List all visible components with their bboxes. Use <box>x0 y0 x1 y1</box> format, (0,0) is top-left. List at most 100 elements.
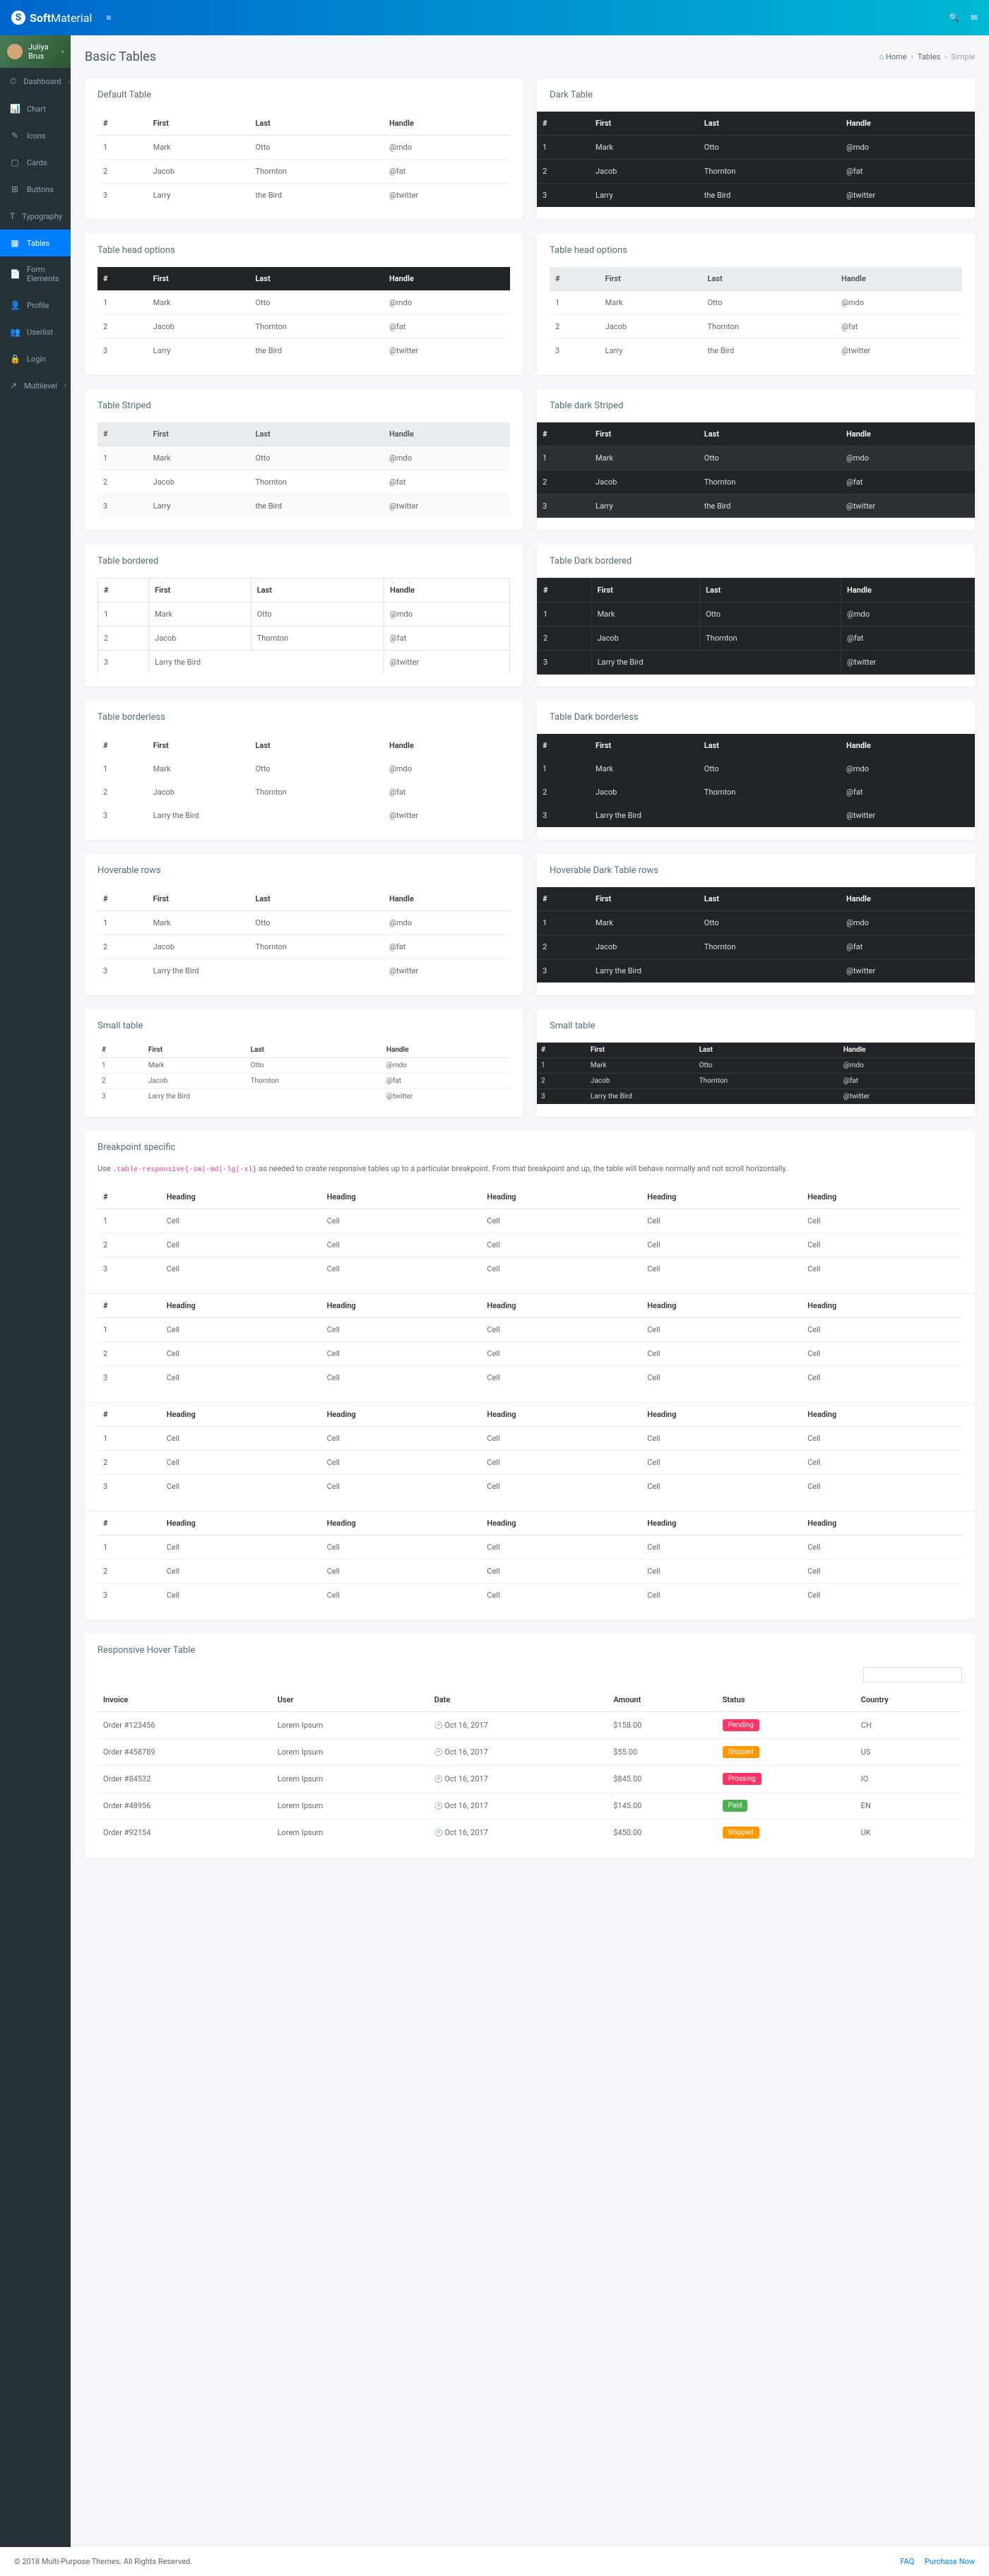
table-row: 3Larry the Bird@twitter <box>97 959 510 983</box>
table-row: 3CellCellCellCellCell <box>97 1366 962 1390</box>
table-row: 2CellCellCellCellCell <box>97 1233 962 1257</box>
table-row: 1MarkOtto@mdo <box>97 911 510 935</box>
table-row[interactable]: Order #123456Lorem Ipsum🕐Oct 16, 2017$15… <box>97 1712 962 1739</box>
mail-icon[interactable]: ✉ <box>971 13 978 23</box>
table-row: 1CellCellCellCellCell <box>97 1209 962 1233</box>
sidebar-item-profile[interactable]: 👤Profile <box>0 292 71 319</box>
table-row: 3Larry the Bird@twitter <box>98 651 510 675</box>
search-icon[interactable]: 🔍 <box>949 13 959 23</box>
search-input[interactable] <box>863 1667 962 1682</box>
table-row: 1MarkOtto@mdo <box>537 911 975 935</box>
sidebar-item-login[interactable]: 🔒Login <box>0 345 71 372</box>
table-row: 3CellCellCellCellCell <box>97 1584 962 1608</box>
sidebar-item-cards[interactable]: ▢Cards <box>0 149 71 176</box>
table-row: 1CellCellCellCellCell <box>97 1536 962 1560</box>
table-row: 2JacobThornton@fat <box>97 1074 510 1089</box>
header: S SoftMaterial ≡ 🔍 ✉ <box>0 0 989 35</box>
breadcrumb-item[interactable]: Tables <box>918 52 940 61</box>
table-row: 3CellCellCellCellCell <box>97 1257 962 1281</box>
card-title: Small table <box>97 1021 510 1031</box>
nav-icon: ▢ <box>10 158 20 167</box>
data-table: #FirstLastHandle1MarkOtto@mdo2JacobThorn… <box>97 578 510 674</box>
faq-link[interactable]: FAQ <box>900 2557 914 2566</box>
sidebar-item-chart[interactable]: 📊Chart <box>0 95 71 122</box>
card-title: Table Dark bordered <box>550 556 962 566</box>
table-row: 2CellCellCellCellCell <box>97 1451 962 1475</box>
table-row: 1MarkOtto@mdo <box>550 291 962 315</box>
nav-icon: 👥 <box>10 327 20 337</box>
table-row: 1MarkOtto@mdo <box>97 291 510 315</box>
breadcrumb-item[interactable]: ⌂ Home <box>880 52 907 61</box>
user-block[interactable]: Juliya Brus › <box>0 35 71 68</box>
status-badge: Paid <box>723 1800 748 1812</box>
table-row: 3Larry the Bird@twitter <box>97 804 510 827</box>
nav-icon: T <box>10 211 15 221</box>
data-table: #FirstLastHandle1MarkOtto@mdo2JacobThorn… <box>550 267 962 362</box>
status-badge: Prossing <box>723 1773 762 1785</box>
data-table: #FirstLastHandle1MarkOtto@mdo2JacobThorn… <box>97 422 510 518</box>
logo-bold: Soft <box>30 11 51 25</box>
table-row[interactable]: Order #92154Lorem Ipsum🕐Oct 16, 2017$450… <box>97 1820 962 1846</box>
sidebar-item-dashboard[interactable]: ⏱Dashboard› <box>0 68 71 95</box>
table-row: 3Larrythe Bird@twitter <box>97 494 510 518</box>
table-row: 2JacobThornton@fat <box>537 935 975 959</box>
page-title: Basic Tables <box>85 49 156 64</box>
data-table: #FirstLastHandle1MarkOtto@mdo2JacobThorn… <box>537 422 975 518</box>
card-title: Table borderless <box>97 712 510 723</box>
table-row: 3Larrythe Bird@twitter <box>550 339 962 363</box>
data-table: #HeadingHeadingHeadingHeadingHeading1Cel… <box>97 1294 962 1389</box>
sidebar-item-userlist[interactable]: 👥Userlist <box>0 319 71 345</box>
table-row: 3Larrythe Bird@twitter <box>537 184 975 208</box>
data-table: #HeadingHeadingHeadingHeadingHeading1Cel… <box>97 1403 962 1498</box>
chevron-right-icon: › <box>64 382 66 389</box>
data-table: #FirstLastHandle1MarkOtto@mdo2JacobThorn… <box>537 887 975 983</box>
nav-icon: ⊞ <box>10 184 20 194</box>
table-row: 1MarkOtto@mdo <box>97 757 510 780</box>
sidebar-item-multilevel[interactable]: ↗Multilevel› <box>0 372 71 399</box>
data-table: #HeadingHeadingHeadingHeadingHeading1Cel… <box>97 1185 962 1281</box>
card-title: Hoverable rows <box>97 865 510 876</box>
nav-icon: ✎ <box>10 131 20 141</box>
nav-icon: ↗ <box>10 381 17 391</box>
sidebar-item-form-elements[interactable]: 📄Form Elements <box>0 256 71 292</box>
card-title: Hoverable Dark Table rows <box>550 865 962 876</box>
sidebar-item-tables[interactable]: ▦Tables <box>0 230 71 256</box>
table-row: 3Larry the Bird@twitter <box>97 1089 510 1105</box>
card-title: Table Striped <box>97 400 510 411</box>
sidebar-item-typography[interactable]: TTypography <box>0 203 71 230</box>
table-row: 2JacobThornton@fat <box>97 780 510 804</box>
sidebar-item-buttons[interactable]: ⊞Buttons <box>0 176 71 203</box>
table-row: 3Larrythe Bird@twitter <box>97 339 510 363</box>
table-row: 2JacobThornton@fat <box>97 315 510 339</box>
purchase-link[interactable]: Purchase Now <box>925 2557 975 2566</box>
table-row: 1MarkOtto@mdo <box>537 446 975 470</box>
table-row[interactable]: Order #84532Lorem Ipsum🕐Oct 16, 2017$845… <box>97 1766 962 1793</box>
logo[interactable]: S SoftMaterial <box>11 11 92 25</box>
table-row: 2JacobThornton@fat <box>98 627 510 651</box>
card-title: Breakpoint specific <box>97 1142 962 1153</box>
nav-icon: ⏱ <box>10 76 16 87</box>
data-table: #FirstLastHandle1MarkOtto@mdo2JacobThorn… <box>537 1043 975 1104</box>
clock-icon: 🕐 <box>434 1722 443 1730</box>
sidebar-item-icons[interactable]: ✎Icons <box>0 122 71 149</box>
card-description: Use .table-responsive{-sm|-md|-lg|-xl} a… <box>85 1164 975 1174</box>
table-row: 2JacobThornton@fat <box>550 315 962 339</box>
table-row: 3Larrythe Bird@twitter <box>537 494 975 518</box>
logo-icon: S <box>11 11 25 25</box>
card-title: Table head options <box>550 245 962 256</box>
nav-icon: 📊 <box>10 104 20 114</box>
table-row: 2JacobThornton@fat <box>537 160 975 184</box>
breadcrumb: ⌂ Home›Tables›Simple <box>880 52 975 61</box>
table-row: 2JacobThornton@fat <box>537 470 975 494</box>
table-row[interactable]: Order #48956Lorem Ipsum🕐Oct 16, 2017$145… <box>97 1793 962 1820</box>
table-row[interactable]: Order #458789Lorem Ipsum🕐Oct 16, 2017$55… <box>97 1739 962 1766</box>
table-row: 3Larry the Bird@twitter <box>537 1089 975 1105</box>
card-title: Responsive Hover Table <box>97 1645 962 1656</box>
clock-icon: 🕐 <box>434 1803 443 1810</box>
card-title: Small table <box>550 1021 962 1031</box>
clock-icon: 🕐 <box>434 1829 443 1837</box>
data-table: #FirstLastHandle1MarkOtto@mdo2JacobThorn… <box>537 112 975 207</box>
menu-toggle-icon[interactable]: ≡ <box>106 13 111 23</box>
clock-icon: 🕐 <box>434 1749 443 1757</box>
status-badge: Shipped <box>723 1746 759 1758</box>
